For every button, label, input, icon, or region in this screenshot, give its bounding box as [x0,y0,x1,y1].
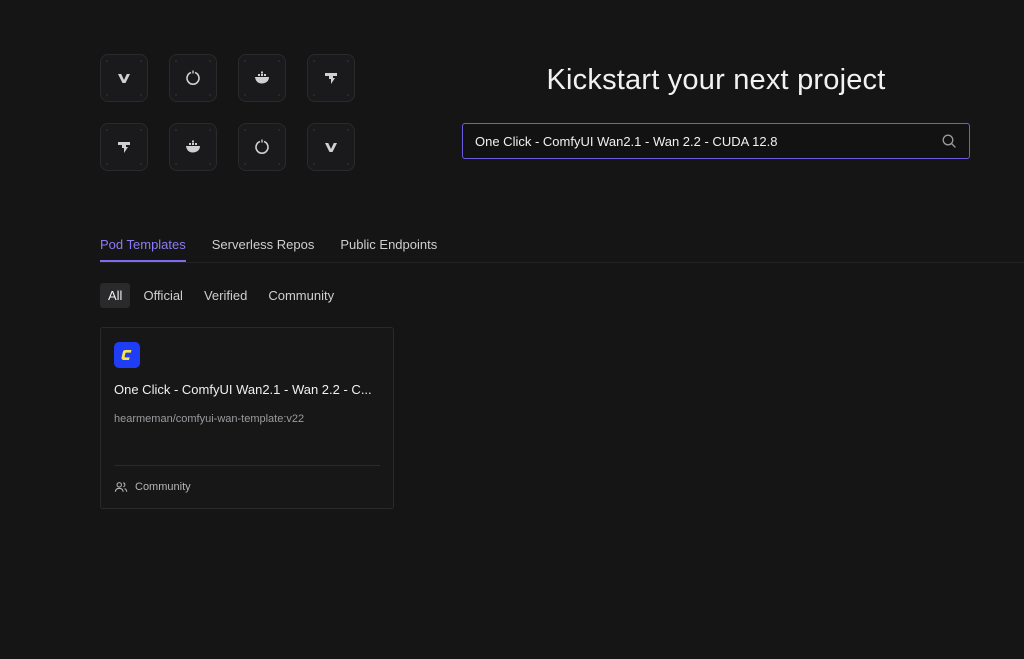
flame-arrow-icon [100,123,148,171]
comfyui-logo-icon [114,342,140,368]
template-tabs: Pod Templates Serverless Repos Public En… [100,232,1024,263]
v-logo-icon [307,123,355,171]
template-category-label: Community [135,481,191,493]
tab-public-endpoints[interactable]: Public Endpoints [340,232,437,261]
ring-icon [238,123,286,171]
ring-icon [169,54,217,102]
v-logo-icon [100,54,148,102]
search-input[interactable] [475,133,941,149]
template-card[interactable]: One Click - ComfyUI Wan2.1 - Wan 2.2 - C… [100,327,394,509]
flame-arrow-icon [307,54,355,102]
card-divider [114,465,380,466]
search-box[interactable] [462,123,970,159]
page: Kickstart your next project Pod Template… [0,0,1024,659]
filter-community[interactable]: Community [260,283,342,308]
docker-whale-icon [169,123,217,171]
filter-verified[interactable]: Verified [196,283,255,308]
template-category: Community [114,480,191,494]
template-icon-grid [100,54,357,172]
page-title: Kickstart your next project [546,64,886,96]
filter-bar: All Official Verified Community [100,283,347,308]
filter-all[interactable]: All [100,283,131,308]
search-icon[interactable] [941,133,957,149]
template-image-name: hearmeman/comfyui-wan-template:v22 [114,413,305,425]
docker-whale-icon [238,54,286,102]
template-title: One Click - ComfyUI Wan2.1 - Wan 2.2 - C… [114,382,372,397]
users-icon [114,482,128,492]
tab-pod-templates[interactable]: Pod Templates [100,232,186,262]
filter-official[interactable]: Official [135,283,191,308]
tab-serverless-repos[interactable]: Serverless Repos [212,232,315,261]
